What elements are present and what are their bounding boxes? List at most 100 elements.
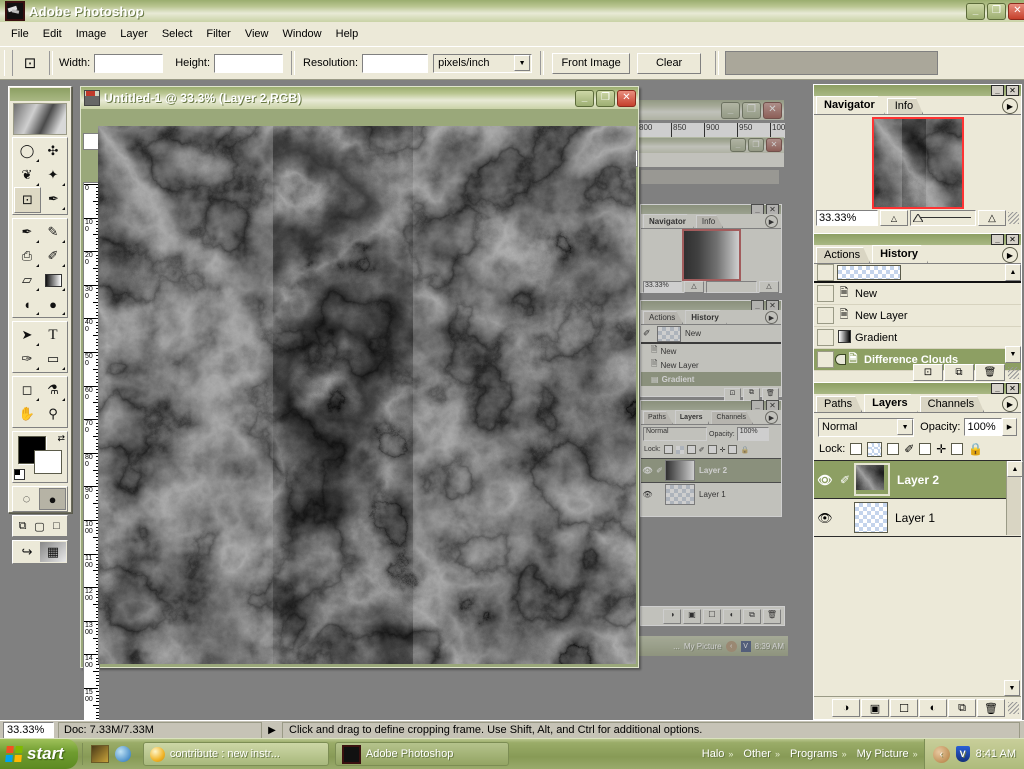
navigator-resize-grip[interactable] [1008, 212, 1019, 224]
canvas-area[interactable] [98, 126, 636, 664]
bg-window-minimize-button[interactable]: _ [721, 101, 740, 119]
history-scroll-up-button[interactable]: ▲ [1005, 264, 1021, 281]
bg-window-restore-button[interactable]: ❐ [742, 101, 761, 119]
document-window[interactable]: Untitled-1 @ 33.3% (Layer 2,RGB) _ ❐ ✕ 0… [80, 86, 639, 722]
bg2-close-button[interactable]: ✕ [766, 138, 782, 152]
resolution-input[interactable] [362, 53, 429, 73]
status-zoom-field[interactable]: 33.33% [3, 721, 54, 739]
show-hidden-icons-button[interactable]: ‹ [932, 745, 950, 763]
bg-tab-layers[interactable]: Layers [675, 410, 710, 424]
create-new-snapshot-button[interactable]: ⧉ [944, 364, 974, 381]
antivirus-icon[interactable]: V [955, 746, 970, 762]
delete-layer-button[interactable]: 🗑 [977, 699, 1005, 717]
bg-taskbar-item-1[interactable]: My Picture [684, 642, 722, 651]
history-brush-tool[interactable]: ✐ [40, 244, 66, 268]
layer-thumb-1[interactable] [854, 502, 888, 533]
bg-nav-zoom-value[interactable]: 33.33% [643, 280, 682, 293]
layers-scroll-up-button[interactable]: ▲ [1007, 461, 1023, 477]
notes-tool[interactable]: ◻ [14, 378, 40, 402]
bg-lay-blend-mode[interactable]: Normal [643, 427, 707, 441]
opacity-slider-button[interactable]: ▶ [1001, 418, 1017, 436]
history-state-box-0[interactable] [817, 285, 834, 302]
menu-item-image[interactable]: Image [69, 26, 114, 42]
bg-tab-info[interactable]: Info [696, 215, 723, 228]
eye-icon-layer-1[interactable]: 👁 [814, 511, 836, 525]
document-title-bar[interactable]: Untitled-1 @ 33.3% (Layer 2,RGB) _ ❐ ✕ [81, 87, 638, 109]
bg2-restore-button[interactable]: ❐ [748, 138, 764, 152]
blend-mode-chevron-down-icon[interactable]: ▼ [897, 419, 914, 435]
tab-navigator[interactable]: Navigator [816, 96, 885, 114]
tab-info[interactable]: Info [887, 98, 923, 114]
quicklaunch-browser-icon[interactable] [114, 746, 131, 762]
bg-taskbar-item-0[interactable]: ... [673, 642, 680, 651]
layer-name-1[interactable]: Layer 1 [895, 511, 935, 525]
type-tool[interactable]: T [40, 323, 66, 347]
bg2-title-bar[interactable]: _ ❐ ✕ [636, 137, 784, 153]
new-layer-button[interactable]: ⧉ [948, 699, 976, 717]
toolbar-programs-label[interactable]: Programs [790, 748, 838, 760]
jump-to-imageready-icon[interactable]: ↪ [14, 542, 40, 562]
menu-item-help[interactable]: Help [329, 26, 366, 42]
history-snapshot-row[interactable]: ▲ [814, 264, 1021, 283]
blur-tool[interactable]: ◖ [14, 292, 40, 316]
slice-tool[interactable]: ✒ [41, 187, 66, 211]
lock-image-pixels-checkbox[interactable] [887, 443, 900, 455]
bg-tab-actions[interactable]: Actions [643, 311, 683, 324]
layers-grip[interactable]: _ ✕ [814, 383, 1021, 394]
bg-tab-navigator[interactable]: Navigator [643, 214, 694, 228]
standard-screen-mode-button[interactable]: ⧉ [14, 517, 31, 535]
gradient-tool[interactable] [40, 268, 66, 292]
layer-mask-button[interactable]: ▣ [861, 699, 889, 717]
resolution-units-dropdown[interactable]: pixels/inch ▼ [433, 53, 533, 73]
move-tool[interactable]: ✣ [40, 139, 66, 163]
app-restore-button[interactable]: ❐ [987, 2, 1006, 20]
bg-lay-btn-group[interactable]: ☐ [703, 608, 721, 624]
history-grip[interactable]: _ ✕ [814, 234, 1021, 245]
history-item-new[interactable]: 🗎 New [814, 283, 1021, 305]
app-minimize-button[interactable]: _ [966, 2, 985, 20]
menu-item-window[interactable]: Window [276, 26, 329, 42]
navigator-minimize-button[interactable]: _ [991, 85, 1004, 96]
bg-lock-position-checkbox[interactable] [707, 445, 717, 454]
bg-hist-item-2[interactable]: ▤ Gradient [641, 372, 781, 386]
lock-all-checkbox[interactable] [951, 443, 964, 455]
bg-lock-transparent-checkbox[interactable] [663, 445, 673, 454]
bg-lay-opacity-value[interactable]: 100% [736, 427, 769, 441]
history-item-new-layer[interactable]: 🗎 New Layer [814, 305, 1021, 327]
bg-lay-btn-delete[interactable]: 🗑 [763, 608, 781, 624]
bg-hist-menu-icon[interactable]: ▶ [765, 311, 778, 324]
clear-button[interactable]: Clear [637, 52, 702, 74]
bg-hist-grip[interactable]: _ ✕ [641, 300, 781, 311]
crop-tool-icon[interactable]: ⊡ [17, 51, 43, 75]
bg-eye-icon-1[interactable]: 👁 [641, 490, 654, 499]
layer-row-1[interactable]: 👁 Layer 1 [814, 499, 1021, 537]
tab-channels[interactable]: Channels [920, 396, 984, 412]
taskbar-clock[interactable]: 8:41 AM [976, 748, 1016, 760]
zoom-slider-thumb[interactable] [913, 214, 923, 222]
toolbar-other-chevron-icon[interactable]: » [775, 749, 780, 759]
hand-tool[interactable]: ✋ [14, 402, 40, 426]
history-state-box-1[interactable] [817, 307, 834, 324]
front-image-button[interactable]: Front Image [552, 52, 631, 74]
history-close-button[interactable]: ✕ [1006, 234, 1019, 245]
background-window-title-bar[interactable]: _ ❐ ✕ [636, 100, 784, 120]
bg-hist-item-0[interactable]: 🗎 New [641, 344, 781, 358]
menu-item-select[interactable]: Select [155, 26, 200, 42]
navigator-grip[interactable]: _ ✕ [814, 85, 1021, 96]
status-menu-arrow-icon[interactable]: ▶ [262, 725, 282, 736]
history-resize-grip[interactable] [1008, 366, 1019, 379]
history-minimize-button[interactable]: _ [991, 234, 1004, 245]
magic-wand-tool[interactable]: ✦ [40, 163, 66, 187]
bg-lay-btn-new[interactable]: ⧉ [743, 608, 761, 624]
toolbar-mypicture-chevron-icon[interactable]: » [913, 749, 918, 759]
blend-mode-dropdown[interactable]: Normal ▼ [818, 417, 915, 437]
layers-scrollbar[interactable]: ▲ [1006, 461, 1023, 535]
layer-row-2[interactable]: 👁 ✐ Layer 2 [814, 461, 1021, 499]
navigator-zoom-value[interactable]: 33.33% [816, 210, 878, 226]
navigator-menu-icon[interactable]: ▶ [1002, 98, 1018, 114]
tab-history[interactable]: History [872, 245, 928, 263]
default-colors-icon[interactable] [14, 469, 25, 480]
swap-colors-icon[interactable]: ⇄ [57, 433, 65, 444]
toolbar-halo-label[interactable]: Halo [702, 748, 725, 760]
bg-window-close-button[interactable]: ✕ [763, 101, 782, 119]
